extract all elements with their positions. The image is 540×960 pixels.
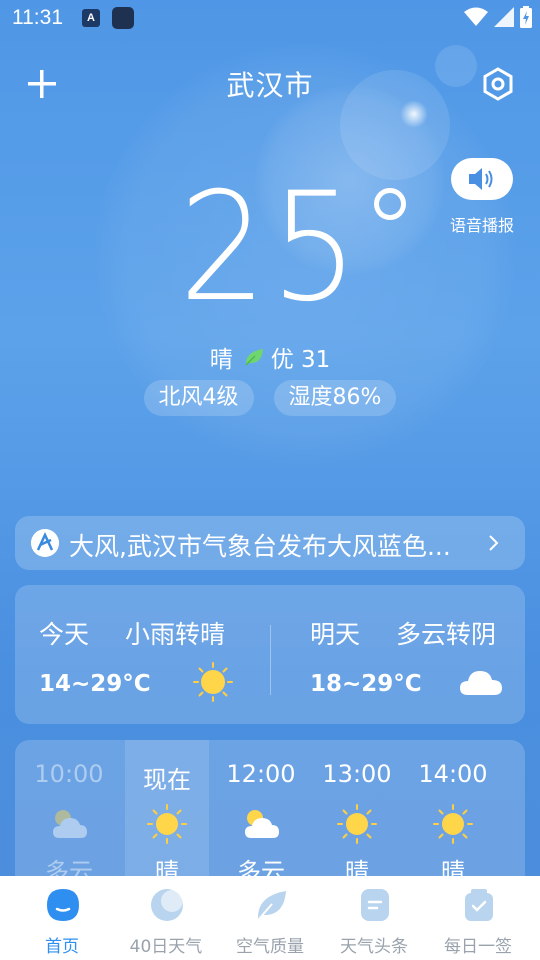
forecast-day: 今天 (39, 620, 90, 649)
app-notification-icon (112, 7, 134, 29)
top-bar: 武汉市 (0, 56, 540, 112)
divider (270, 625, 271, 695)
air-quality-label: 优 31 (270, 347, 331, 373)
status-bar: 11:31 A (0, 0, 540, 36)
alert-text: 大风,武汉市气象台发布大风蓝色... (69, 532, 451, 561)
notification-badge: A (82, 9, 100, 27)
forecast-today[interactable]: 今天 小雨转晴 14~29°C (15, 585, 245, 724)
hourly-item[interactable]: 14:00 晴 (411, 740, 495, 890)
nav-label: 每日一签 (444, 937, 512, 957)
battery-icon (520, 6, 532, 28)
news-icon (361, 889, 389, 921)
nav-label: 空气质量 (236, 937, 304, 957)
forecast-day: 明天 (310, 620, 361, 649)
hourly-time: 12:00 (226, 760, 296, 788)
current-temperature: 25 (0, 168, 540, 328)
nav-daily-sign[interactable]: 每日一签 (424, 876, 532, 960)
nav-label: 天气头条 (340, 937, 408, 957)
partly-cloudy-icon (245, 810, 279, 838)
home-icon (47, 889, 79, 921)
alert-icon (31, 529, 59, 557)
settings-icon[interactable] (480, 66, 516, 102)
hourly-time: 10:00 (34, 760, 104, 788)
nav-home[interactable]: 首页 (8, 876, 116, 960)
signal-icon (494, 7, 514, 27)
sun-icon (337, 804, 377, 844)
nav-air-quality[interactable]: 空气质量 (216, 876, 324, 960)
nav-40day[interactable]: 40日天气 (112, 876, 220, 960)
hourly-item[interactable]: 10:00 多云 (27, 740, 111, 890)
temperature-value: 25 (178, 161, 362, 335)
condition-row: 晴 优 31 (0, 340, 540, 374)
forecast-condition: 小雨转晴 (125, 620, 226, 649)
hourly-time: 14:00 (418, 760, 488, 788)
degree-symbol (374, 188, 406, 220)
nav-label: 40日天气 (129, 937, 203, 957)
sun-icon (433, 804, 473, 844)
leaf-icon (245, 349, 263, 366)
weather-details: 北风4级 湿度86% (0, 380, 540, 416)
hourly-item[interactable]: 12:00 多云 (219, 740, 303, 890)
leaf-icon (257, 891, 286, 920)
hourly-item[interactable]: 13:00 晴 (315, 740, 399, 890)
bottom-navigation: 首页 40日天气 空气质量 天气头条 每日一签 (0, 876, 540, 960)
daily-forecast[interactable]: 今天 小雨转晴 14~29°C 明天 多云转阴 18~29°C (15, 585, 525, 724)
forecast-temp: 14~29°C (39, 671, 151, 697)
chevron-right-icon (489, 535, 499, 551)
city-title[interactable]: 武汉市 (0, 64, 540, 104)
current-condition: 晴 (209, 347, 233, 373)
sun-icon (193, 662, 233, 702)
moon-icon (151, 889, 183, 921)
hourly-time: 现在 (143, 766, 191, 794)
wind-chip: 北风4级 (143, 380, 254, 416)
hourly-item-current[interactable]: 现在 晴 (125, 740, 209, 890)
hourly-forecast[interactable]: 10:00 多云 现在 晴 12:00 多云 13:00 晴 14:00 晴 (15, 740, 525, 890)
hourly-time: 13:00 (322, 760, 392, 788)
weather-alert[interactable]: 大风,武汉市气象台发布大风蓝色... (15, 516, 525, 570)
air-quality[interactable]: 优 31 (243, 340, 331, 374)
bag-icon (465, 889, 493, 921)
status-time: 11:31 (12, 6, 63, 29)
sun-icon (147, 804, 187, 844)
partly-cloudy-icon (53, 810, 87, 838)
forecast-condition: 多云转阴 (396, 620, 497, 649)
forecast-temp: 18~29°C (310, 671, 422, 697)
cloud-icon (460, 671, 502, 695)
nav-label: 首页 (45, 937, 79, 957)
forecast-tomorrow[interactable]: 明天 多云转阴 18~29°C (286, 585, 516, 724)
humidity-chip: 湿度86% (273, 380, 397, 416)
wifi-icon (464, 7, 488, 26)
nav-headlines[interactable]: 天气头条 (320, 876, 428, 960)
